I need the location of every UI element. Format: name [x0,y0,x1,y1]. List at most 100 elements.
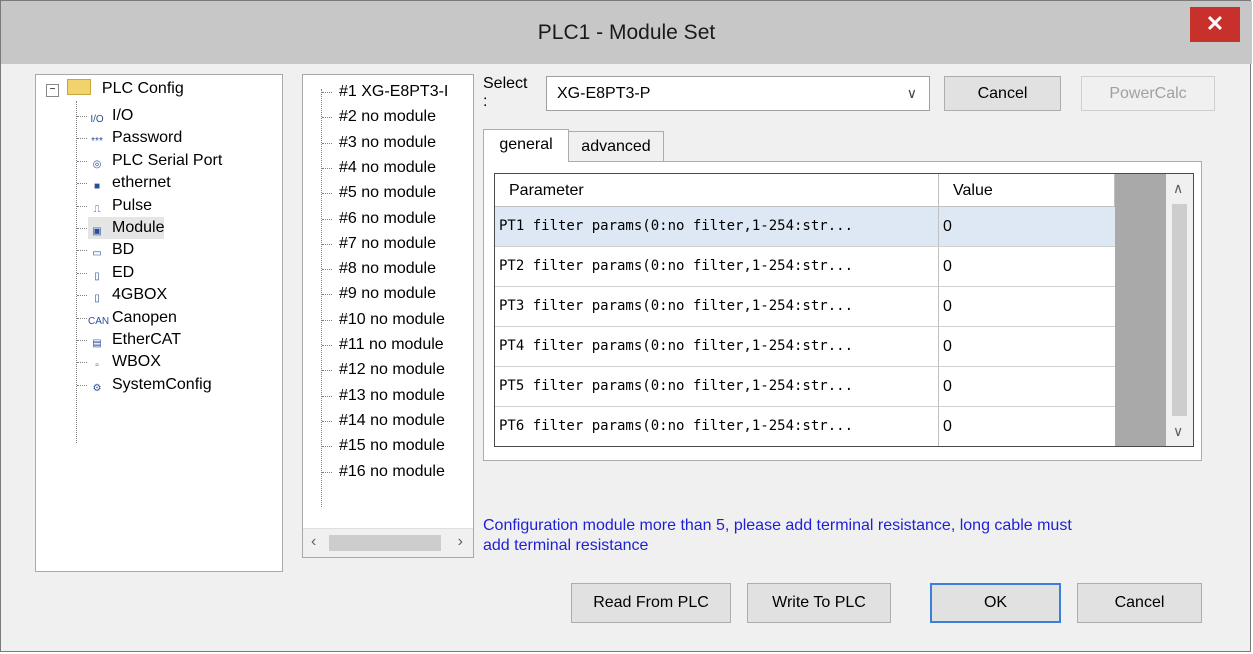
grid-header: Parameter Value [495,174,1115,207]
list-connector [322,345,332,346]
wbox-icon: ▫ [95,360,99,372]
value-cell[interactable]: 0 [939,367,1115,406]
module-slot-item[interactable]: #9 no module [339,282,436,305]
canopen-icon: CAN [88,315,110,327]
title-bar: PLC1 - Module Set ✕ [1,1,1252,64]
value-cell[interactable]: 0 [939,327,1115,366]
parameter-cell: PT6 filter params(0:no filter,1-254:str.… [495,407,939,446]
write-to-plc-button[interactable]: Write To PLC [747,583,891,623]
tree-item-label: PLC Serial Port [112,151,223,169]
powercalc-button[interactable]: PowerCalc [1081,76,1215,111]
tree-connector [77,138,87,140]
tab-advanced[interactable]: advanced [568,131,664,163]
tree-item-password[interactable]: *** Password [88,127,182,149]
parameter-cell: PT5 filter params(0:no filter,1-254:str.… [495,367,939,406]
tree-item-module[interactable]: ▣ Module [88,217,165,239]
module-slot-item[interactable]: #16 no module [339,460,445,483]
table-row[interactable]: PT2 filter params(0:no filter,1-254:str.… [495,247,1115,287]
tree-item-i-o[interactable]: I/O I/O [88,105,133,127]
scroll-down-icon[interactable]: ∨ [1173,423,1183,440]
parameter-cell: PT2 filter params(0:no filter,1-254:str.… [495,247,939,286]
module-slot-item[interactable]: #1 XG-E8PT3-I [339,80,448,103]
module-slot-item[interactable]: #2 no module [339,105,436,128]
scroll-left-icon[interactable]: ‹ [311,533,316,551]
parameter-cell: PT3 filter params(0:no filter,1-254:str.… [495,287,939,326]
close-button[interactable]: ✕ [1190,7,1240,42]
tree-item-canopen[interactable]: CAN Canopen [88,307,177,329]
vertical-scrollbar[interactable]: ∧ ∨ [1166,174,1193,446]
scroll-up-icon[interactable]: ∧ [1173,180,1183,197]
module-slot-item[interactable]: #14 no module [339,409,445,432]
column-header-parameter[interactable]: Parameter [495,174,939,207]
module-slot-list[interactable]: ‹ › #1 XG-E8PT3-I #2 no module #3 no modul… [302,74,474,558]
tree-item-systemconfig[interactable]: ⚙ SystemConfig [88,374,212,396]
module-slot-item[interactable]: #10 no module [339,308,445,331]
tree-item-label: Pulse [112,196,153,214]
module-slot-item[interactable]: #11 no module [339,333,444,356]
read-from-plc-button[interactable]: Read From PLC [571,583,731,623]
config-tree: − PLC Config I/O I/O *** Password ◎ PLC Seria… [35,74,283,572]
tree-item-plc-serial-port[interactable]: ◎ PLC Serial Port [88,150,223,172]
tree-item-4gbox[interactable]: ▯ 4GBOX [88,284,167,306]
value-cell[interactable]: 0 [939,247,1115,286]
module-slot-item[interactable]: #4 no module [339,156,436,179]
tree-item-ethernet[interactable]: ■ ethernet [88,172,171,194]
module-slot-item[interactable]: #15 no module [339,434,445,457]
value-cell[interactable]: 0 [939,207,1115,246]
list-connector [322,395,332,397]
module-slot-item[interactable]: #6 no module [339,207,436,230]
tree-connector [77,116,87,117]
horizontal-scrollbar[interactable]: ‹ › [303,528,473,557]
tree-item-label: Canopen [112,308,177,326]
tree-item-label: 4GBOX [112,286,168,304]
tree-root[interactable]: − PLC Config [46,79,184,101]
tree-item-label: WBOX [112,353,161,371]
module-slot-item[interactable]: #13 no module [339,384,445,407]
table-row[interactable]: PT5 filter params(0:no filter,1-254:str.… [495,367,1115,407]
tab-general[interactable]: general [483,129,569,162]
list-connector [322,319,332,321]
tree-item-wbox[interactable]: ▫ WBOX [88,351,161,373]
tree-item-ethercat[interactable]: ▤ EtherCAT [88,329,181,351]
module-icon: ▣ [92,226,102,237]
list-connector [322,370,332,372]
cancel-top-button[interactable]: Cancel [944,76,1061,111]
chevron-down-icon[interactable]: ∨ [907,77,917,110]
tree-connector [77,228,87,229]
list-connector [322,446,332,448]
ethernet-icon: ■ [93,181,101,193]
table-row[interactable]: PT4 filter params(0:no filter,1-254:str.… [495,327,1115,367]
value-cell[interactable]: 0 [939,407,1115,446]
tree-item-bd[interactable]: ▭ BD [88,239,134,261]
module-slot-item[interactable]: #8 no module [339,257,436,280]
tree-item-pulse[interactable]: ⎍ Pulse [88,195,153,217]
parameter-grid[interactable]: Parameter Value ∧ ∨ PT1 filter params(0:… [494,173,1194,447]
pulse-icon: ⎍ [93,203,101,215]
list-connector [322,142,332,144]
ok-button[interactable]: OK [930,583,1061,623]
table-row[interactable]: PT3 filter params(0:no filter,1-254:str.… [495,287,1115,327]
tree-item-label: ED [112,263,135,281]
table-row[interactable]: PT1 filter params(0:no filter,1-254:str.… [495,207,1115,247]
module-slot-item[interactable]: #3 no module [339,131,436,154]
cancel-bottom-button[interactable]: Cancel [1077,583,1202,623]
module-select[interactable]: XG-E8PT3-P ∨ [546,76,930,111]
module-slot-item[interactable]: #5 no module [339,181,436,204]
scroll-thumb[interactable] [1172,204,1187,416]
scroll-thumb[interactable] [329,535,441,551]
tree-item-label: SystemConfig [112,375,212,393]
module-slot-item[interactable]: #7 no module [339,232,436,255]
bd-icon: ▭ [92,248,102,260]
folder-icon [67,79,92,95]
tree-connector [77,362,87,364]
module-slot-item[interactable]: #12 no module [339,358,445,381]
tree-connector [77,160,87,162]
system-config-icon: ⚙ [92,382,102,394]
table-row[interactable]: PT6 filter params(0:no filter,1-254:str.… [495,407,1115,446]
collapse-toggle-icon[interactable]: − [46,84,59,97]
column-header-value[interactable]: Value [939,174,1115,207]
tree-item-ed[interactable]: ▯ ED [88,262,134,284]
scroll-right-icon[interactable]: › [458,533,463,551]
value-cell[interactable]: 0 [939,287,1115,326]
list-connector [321,89,322,507]
